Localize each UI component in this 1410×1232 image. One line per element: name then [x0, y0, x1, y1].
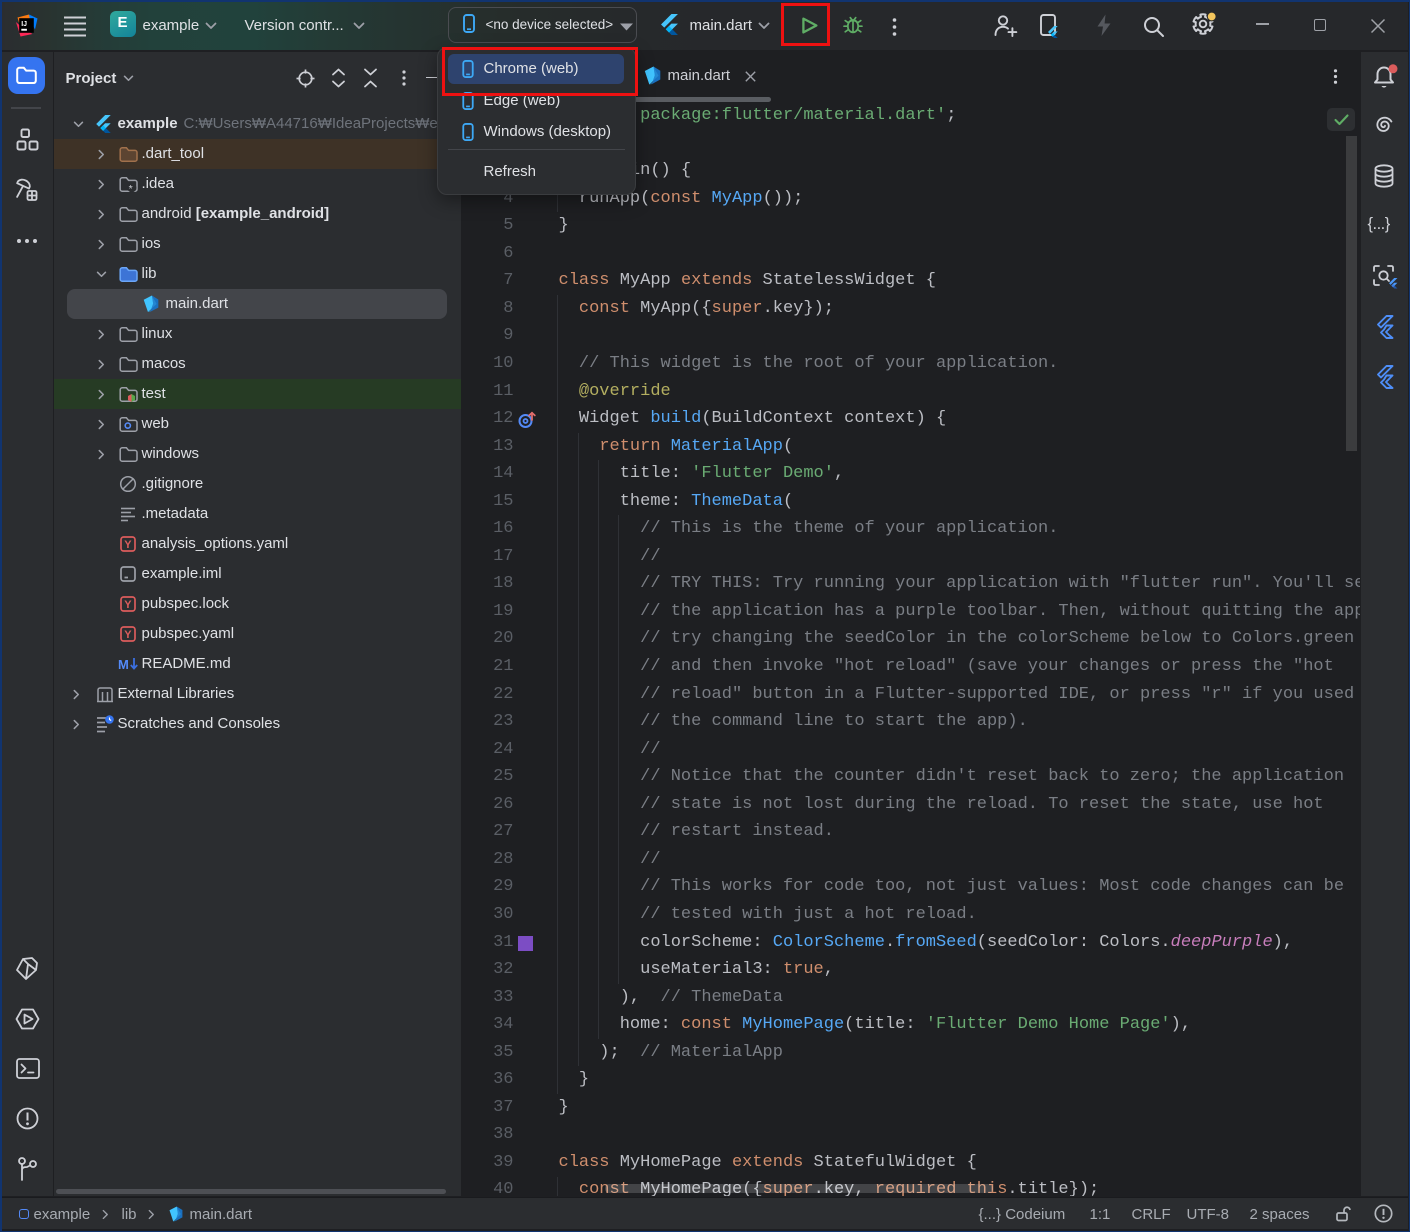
svg-text:M: M: [118, 657, 129, 672]
svg-text:Y: Y: [124, 539, 132, 551]
svg-text:*: *: [128, 182, 132, 194]
svg-text:Y: Y: [124, 629, 132, 641]
svg-text:Y: Y: [124, 599, 132, 611]
svg-text:IJ: IJ: [21, 20, 27, 27]
